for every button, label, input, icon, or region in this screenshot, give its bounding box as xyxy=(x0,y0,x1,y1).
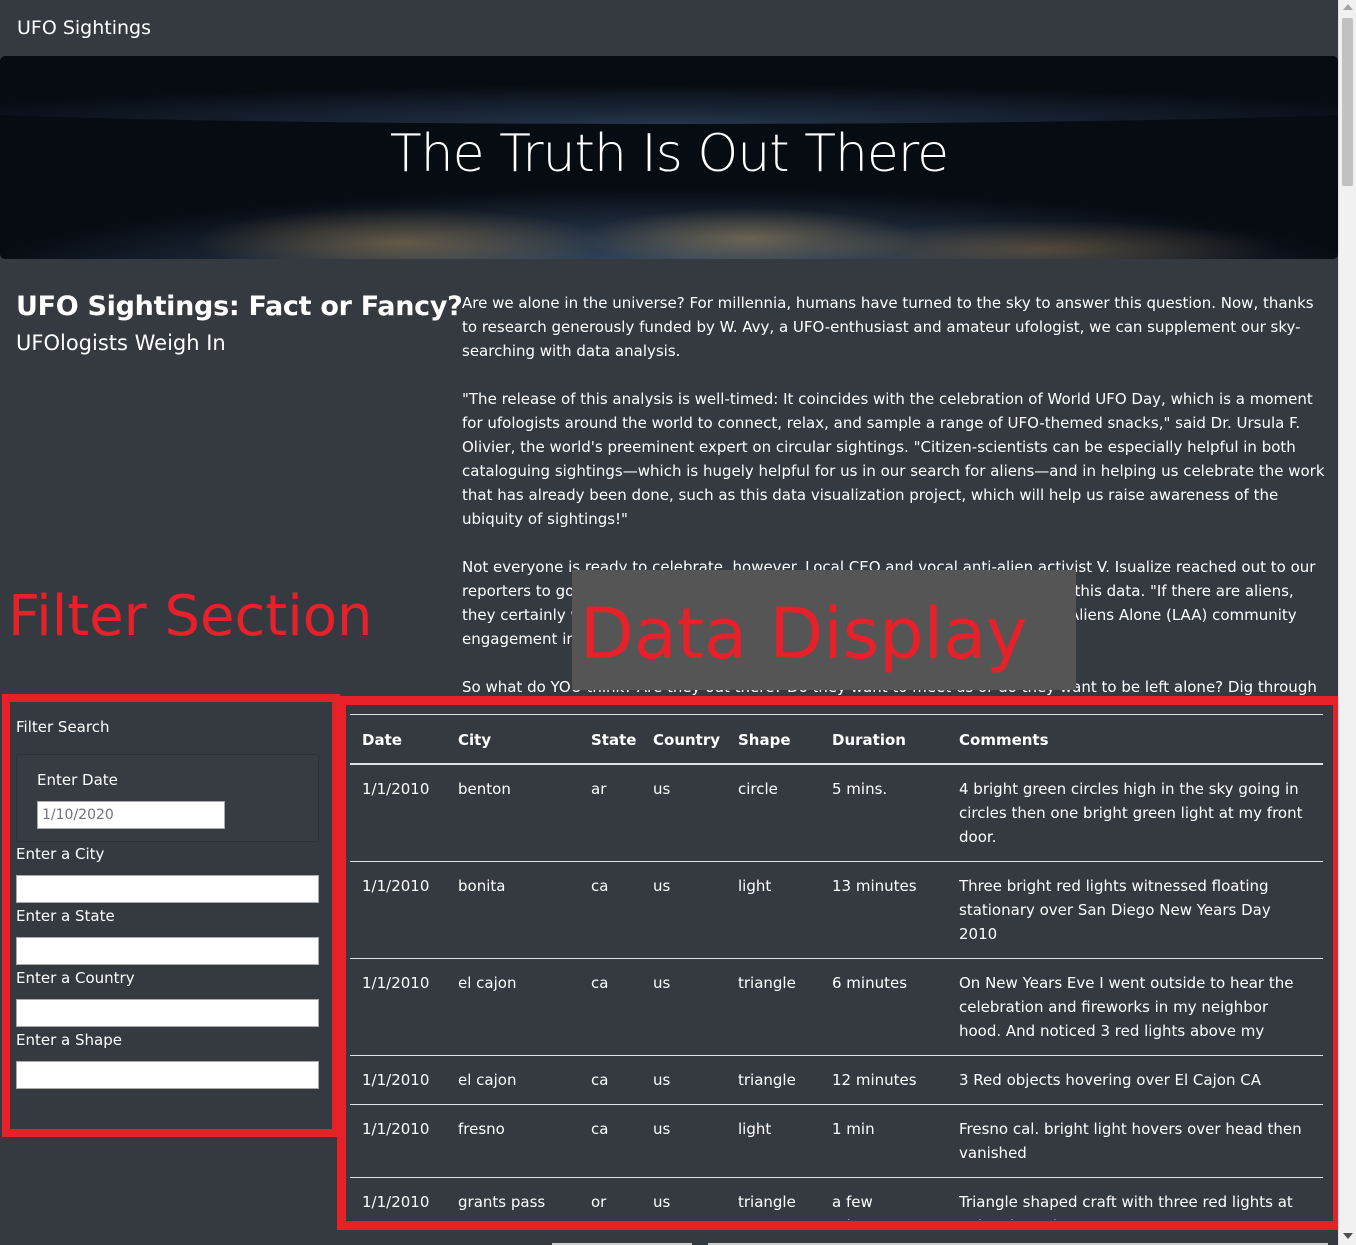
navbar: UFO Sightings xyxy=(0,0,1338,56)
article-paragraph: Are we alone in the universe? For millen… xyxy=(462,294,1314,360)
hero-title: The Truth Is Out There xyxy=(389,124,949,184)
filter-section-frame xyxy=(2,694,340,1137)
vertical-scrollbar[interactable] xyxy=(1338,0,1356,1245)
article-headline: UFO Sightings: Fact or Fancy? xyxy=(16,291,463,322)
data-display-frame xyxy=(337,696,1338,1230)
scroll-down-arrow-icon[interactable] xyxy=(1343,1233,1353,1239)
page: UFO Sightings The Truth Is Out There UFO… xyxy=(0,0,1338,1245)
filter-section-annotation: Filter Section xyxy=(8,584,373,649)
article-paragraph: "The release of this analysis is well-ti… xyxy=(462,390,1325,528)
article-subhead: UFOlogists Weigh In xyxy=(16,331,226,355)
scroll-up-arrow-icon[interactable] xyxy=(1343,4,1353,10)
data-display-annotation: Data Display xyxy=(580,593,1028,675)
navbar-brand-link[interactable]: UFO Sightings xyxy=(17,17,151,39)
scrollbar-thumb[interactable] xyxy=(1342,18,1353,186)
hero-banner: The Truth Is Out There xyxy=(0,56,1338,259)
earth-atmosphere-glow xyxy=(0,84,1338,124)
